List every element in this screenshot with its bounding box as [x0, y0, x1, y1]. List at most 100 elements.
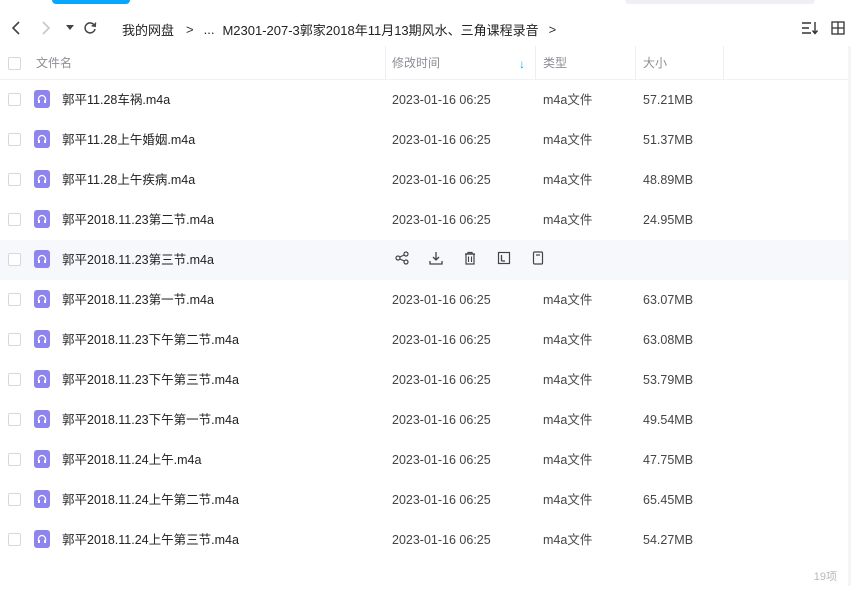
file-modified: 2023-01-16 06:25 [392, 493, 491, 507]
row-checkbox[interactable] [8, 533, 21, 546]
file-name[interactable]: 郭平2018.11.24上午第三节.m4a [62, 520, 239, 560]
file-name[interactable]: 郭平2018.11.23下午第二节.m4a [62, 320, 239, 360]
item-count: 19项 [813, 571, 837, 583]
file-size: 65.45MB [643, 493, 694, 507]
breadcrumb-current[interactable]: M2301-207-3郭家2018年11月13期风水、三角课程录音 [222, 20, 538, 39]
history-dropdown-button[interactable] [60, 18, 80, 38]
forward-button[interactable] [36, 18, 56, 38]
breadcrumb-separator: > [186, 21, 194, 37]
file-modified: 2023-01-16 06:25 [392, 373, 491, 387]
file-size: 51.37MB [643, 133, 694, 147]
file-size: 63.07MB [643, 293, 694, 307]
audio-file-icon [34, 450, 50, 468]
breadcrumb-root[interactable]: 我的网盘 [122, 20, 174, 39]
row-checkbox[interactable] [8, 373, 21, 386]
download-button[interactable] [426, 250, 446, 270]
file-row[interactable]: 郭平2018.11.24上午第三节.m4a 2023-01-16 06:25 m… [0, 520, 851, 560]
file-name[interactable]: 郭平11.28上午婚姻.m4a [62, 120, 195, 160]
file-row[interactable]: 郭平2018.11.23第一节.m4a 2023-01-16 06:25 m4a… [0, 280, 851, 320]
file-row[interactable]: 郭平2018.11.23第二节.m4a 2023-01-16 06:25 m4a… [0, 200, 851, 240]
refresh-icon [83, 21, 97, 35]
row-checkbox[interactable] [8, 213, 21, 226]
trash-icon [463, 251, 477, 270]
file-size: 63.08MB [643, 333, 694, 347]
audio-file-icon [34, 290, 50, 308]
row-checkbox[interactable] [8, 293, 21, 306]
file-row[interactable]: 郭平11.28上午疾病.m4a 2023-01-16 06:25 m4a文件 4… [0, 160, 851, 200]
header-modified[interactable]: 修改时间 [392, 46, 440, 80]
file-name[interactable]: 郭平2018.11.23第一节.m4a [62, 280, 214, 320]
row-checkbox[interactable] [8, 133, 21, 146]
file-list-header: 文件名 修改时间 ↓ 类型 大小 [0, 46, 851, 80]
audio-file-icon [34, 370, 50, 388]
share-icon [395, 250, 409, 270]
header-filename[interactable]: 文件名 [36, 46, 72, 80]
file-name[interactable]: 郭平2018.11.23下午第三节.m4a [62, 360, 239, 400]
file-row[interactable]: 郭平2018.11.23第三节.m4a [0, 240, 851, 280]
more-button[interactable] [528, 250, 548, 270]
header-type[interactable]: 类型 [543, 46, 567, 80]
delete-button[interactable] [460, 250, 480, 270]
row-checkbox[interactable] [8, 493, 21, 506]
row-checkbox[interactable] [8, 93, 21, 106]
file-name[interactable]: 郭平11.28车祸.m4a [62, 80, 170, 120]
chevron-right-icon [41, 21, 51, 35]
file-name[interactable]: 郭平2018.11.24上午.m4a [62, 440, 201, 480]
column-divider[interactable] [723, 46, 724, 80]
file-name[interactable]: 郭平2018.11.24上午第二节.m4a [62, 480, 239, 520]
share-button[interactable] [392, 250, 412, 270]
column-divider[interactable] [385, 46, 386, 80]
file-name[interactable]: 郭平2018.11.23下午第一节.m4a [62, 400, 239, 440]
view-toggle-button[interactable] [828, 18, 848, 38]
row-checkbox[interactable] [8, 413, 21, 426]
file-name[interactable]: 郭平11.28上午疾病.m4a [62, 160, 195, 200]
file-modified: 2023-01-16 06:25 [392, 213, 491, 227]
back-button[interactable] [6, 18, 26, 38]
audio-file-icon [34, 210, 50, 228]
file-type: m4a文件 [543, 493, 593, 507]
more-icon [531, 250, 545, 270]
rename-icon [497, 251, 511, 270]
header-size[interactable]: 大小 [643, 46, 667, 80]
audio-file-icon [34, 330, 50, 348]
file-size: 48.89MB [643, 173, 694, 187]
row-checkbox[interactable] [8, 173, 21, 186]
grid-view-icon [831, 21, 845, 35]
column-divider[interactable] [635, 46, 636, 80]
file-row[interactable]: 郭平11.28上午婚姻.m4a 2023-01-16 06:25 m4a文件 5… [0, 120, 851, 160]
breadcrumb-ellipsis[interactable]: ... [204, 22, 215, 37]
file-type: m4a文件 [543, 413, 593, 427]
file-type: m4a文件 [543, 533, 593, 547]
row-checkbox[interactable] [8, 253, 21, 266]
breadcrumb-separator: > [548, 21, 557, 37]
refresh-button[interactable] [80, 18, 100, 38]
row-checkbox[interactable] [8, 333, 21, 346]
file-modified: 2023-01-16 06:25 [392, 333, 491, 347]
file-name[interactable]: 郭平2018.11.23第三节.m4a [62, 240, 214, 280]
file-row[interactable]: 郭平2018.11.23下午第一节.m4a 2023-01-16 06:25 m… [0, 400, 851, 440]
file-name[interactable]: 郭平2018.11.23第二节.m4a [62, 200, 214, 240]
rename-button[interactable] [494, 250, 514, 270]
file-row[interactable]: 郭平11.28车祸.m4a 2023-01-16 06:25 m4a文件 57.… [0, 80, 851, 120]
column-divider[interactable] [535, 46, 536, 80]
file-size: 49.54MB [643, 413, 694, 427]
file-row[interactable]: 郭平2018.11.24上午.m4a 2023-01-16 06:25 m4a文… [0, 440, 851, 480]
file-type: m4a文件 [543, 213, 593, 227]
chevron-left-icon [11, 21, 21, 35]
breadcrumb: 我的网盘 > ... M2301-207-3郭家2018年11月13期风水、三角… [122, 20, 556, 38]
file-row[interactable]: 郭平2018.11.23下午第二节.m4a 2023-01-16 06:25 m… [0, 320, 851, 360]
file-row[interactable]: 郭平2018.11.23下午第三节.m4a 2023-01-16 06:25 m… [0, 360, 851, 400]
row-checkbox[interactable] [8, 453, 21, 466]
file-modified: 2023-01-16 06:25 [392, 533, 491, 547]
file-modified: 2023-01-16 06:25 [392, 453, 491, 467]
file-type: m4a文件 [543, 333, 593, 347]
select-all-checkbox[interactable] [8, 57, 21, 70]
file-row[interactable]: 郭平2018.11.24上午第二节.m4a 2023-01-16 06:25 m… [0, 480, 851, 520]
sort-icon [801, 21, 819, 35]
file-type: m4a文件 [543, 293, 593, 307]
audio-file-icon [34, 170, 50, 188]
sort-menu-button[interactable] [800, 18, 820, 38]
file-size: 24.95MB [643, 213, 694, 227]
download-icon [429, 251, 443, 270]
file-size: 53.79MB [643, 373, 694, 387]
